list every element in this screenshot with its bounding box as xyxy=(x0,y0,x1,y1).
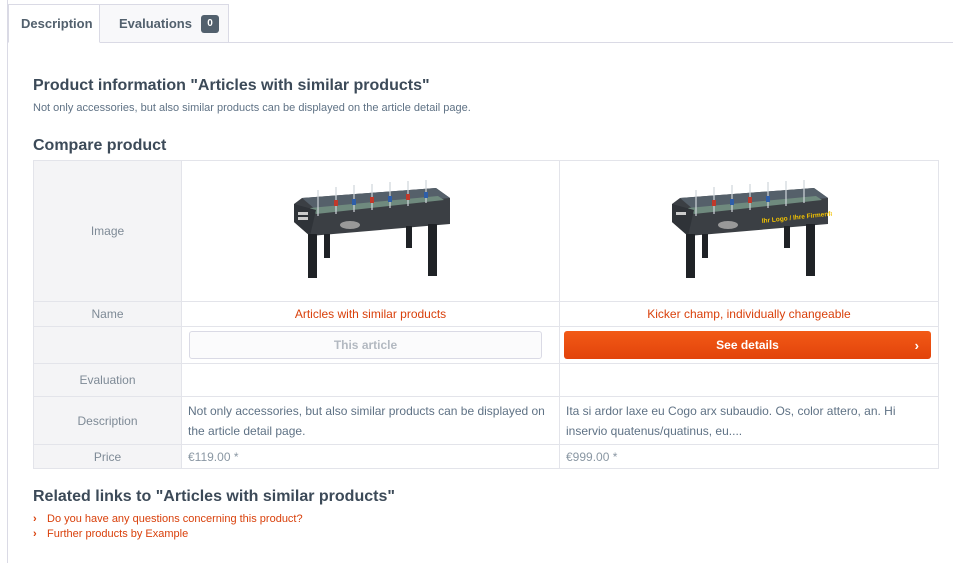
foosball-table-icon xyxy=(293,179,450,278)
row-label-image: Image xyxy=(33,160,182,302)
list-item: › Further products by Example xyxy=(33,526,303,541)
chevron-right-icon: › xyxy=(33,512,37,525)
this-article-label: This article xyxy=(333,338,398,352)
list-item: › Do you have any questions concerning t… xyxy=(33,511,303,526)
see-details-label: See details xyxy=(716,338,779,352)
row-label-description: Description xyxy=(33,396,182,445)
see-details-button[interactable]: See details › xyxy=(564,331,931,359)
product-description-2: Ita si ardor laxe eu Cogo arx subaudio. … xyxy=(559,396,939,445)
tab-evaluations-label: Evaluations xyxy=(119,16,192,31)
table-row-evaluation: Evaluation xyxy=(33,363,939,397)
tab-evaluations[interactable]: Evaluations 0 xyxy=(100,4,229,42)
product-name-2[interactable]: Kicker champ, individually changeable xyxy=(559,301,939,327)
related-links-list: › Do you have any questions concerning t… xyxy=(33,511,303,541)
tab-description[interactable]: Description xyxy=(8,4,100,43)
tab-bar: Description Evaluations 0 xyxy=(8,0,953,43)
content-left-border xyxy=(7,0,8,563)
product-info-text: Not only accessories, but also similar p… xyxy=(33,102,471,114)
row-label-evaluation: Evaluation xyxy=(33,363,182,397)
product-image-2[interactable]: Ihr Logo / Ihre Firmenfarben xyxy=(559,160,939,302)
product-info-heading: Product information "Articles with simil… xyxy=(33,77,430,94)
table-row-description: Description Not only accessories, but al… xyxy=(33,396,939,445)
compare-table: Image Ihr Logo / Ihre Firmenfarben Name … xyxy=(33,160,939,469)
row-label-name: Name xyxy=(33,301,182,327)
row-label-price: Price xyxy=(33,444,182,469)
chevron-right-icon: › xyxy=(33,527,37,540)
foosball-table-icon: Ihr Logo / Ihre Firmenfarben xyxy=(672,179,848,278)
product-price-1: €119.00 * xyxy=(181,444,560,469)
product-evaluation-1 xyxy=(181,363,560,397)
tab-description-label: Description xyxy=(21,16,93,31)
table-row-image: Image Ihr Logo / Ihre Firmenfarben xyxy=(33,160,939,302)
link-questions[interactable]: Do you have any questions concerning thi… xyxy=(47,513,303,525)
product-image-1[interactable] xyxy=(181,160,560,302)
table-row-buttons: This article See details › xyxy=(33,326,939,364)
product-name-1[interactable]: Articles with similar products xyxy=(181,301,560,327)
table-row-price: Price €119.00 * €999.00 * xyxy=(33,444,939,469)
evaluations-count-badge: 0 xyxy=(200,14,219,33)
compare-heading: Compare product xyxy=(33,137,167,154)
chevron-right-icon: › xyxy=(914,338,919,353)
product-price-2: €999.00 * xyxy=(559,444,939,469)
link-further-products[interactable]: Further products by Example xyxy=(47,528,188,540)
product-description-1: Not only accessories, but also similar p… xyxy=(181,396,560,445)
this-article-button[interactable]: This article xyxy=(189,331,542,359)
related-links-heading: Related links to "Articles with similar … xyxy=(33,488,395,505)
product-evaluation-2 xyxy=(559,363,939,397)
table-row-name: Name Articles with similar products Kick… xyxy=(33,301,939,327)
row-label-empty xyxy=(33,326,182,364)
